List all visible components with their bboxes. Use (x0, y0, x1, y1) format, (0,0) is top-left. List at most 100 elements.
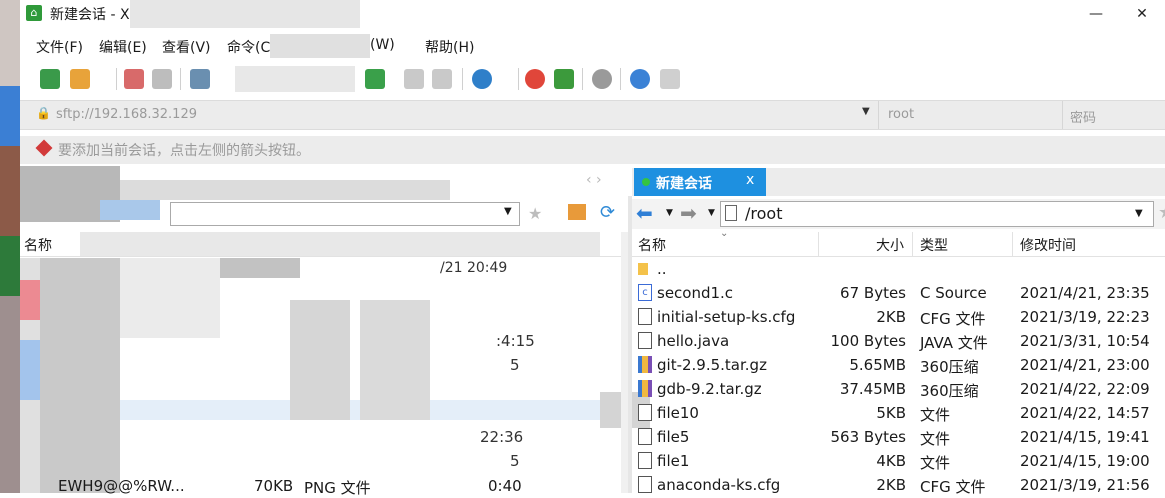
file-name: hello.java (657, 332, 730, 350)
file-type: 360压缩 (920, 382, 979, 400)
c-source-icon: c (638, 284, 652, 301)
chat-icon[interactable] (660, 69, 680, 89)
file-modified: 2021/4/22, 22:09 (1020, 380, 1150, 398)
username-input[interactable]: root (888, 107, 914, 122)
back-arrow-icon[interactable]: ⬅ (636, 201, 653, 225)
blurred-region (130, 0, 360, 28)
xftp-icon[interactable] (554, 69, 574, 89)
tab-session[interactable]: 新建会话 x (634, 168, 766, 196)
window-title: 新建会话 - X (50, 7, 130, 23)
file-type: CFG 文件 (920, 310, 986, 328)
local-row-fragment: 5 (510, 356, 520, 374)
table-row[interactable]: git-2.9.5.tar.gz 5.65MB 360压缩 2021/4/21, 23… (632, 353, 1165, 377)
local-col-name[interactable]: 名称 (24, 235, 52, 255)
pane-nav-arrows[interactable]: ‹ › (586, 172, 602, 188)
remote-favorite-icon[interactable]: ★ (1158, 202, 1165, 223)
remote-list-header: 名称 ⌄ 大小 类型 修改时间 (632, 228, 1165, 257)
file-size: 2KB (876, 308, 906, 326)
local-file-row[interactable]: EWH9@@%RW... 70KB PNG 文件 0:40 (20, 474, 625, 498)
file-type: PNG 文件 (304, 479, 371, 497)
local-row-fragment: :4:15 (496, 332, 535, 350)
file-type: 文件 (920, 430, 951, 448)
menu-command[interactable]: 命令(C) (227, 37, 276, 57)
file-type: C Source (920, 284, 987, 302)
host-input[interactable]: sftp://192.168.32.129 (56, 107, 197, 122)
table-row[interactable]: file1 4KB 文件 2021/4/15, 19:00 (632, 449, 1165, 473)
archive-icon (638, 356, 652, 373)
menu-file[interactable]: 文件(F) (36, 37, 83, 57)
password-input[interactable]: 密码 (1070, 107, 1096, 126)
table-row[interactable]: anaconda-ks.cfg 2KB CFG 文件 2021/3/19, 21:56 (632, 473, 1165, 497)
favorite-icon[interactable]: ★ (528, 204, 542, 223)
remote-path-input[interactable]: /root ▼ (720, 201, 1154, 227)
file-name: initial-setup-ks.cfg (657, 308, 796, 326)
col-modified[interactable]: 修改时间 (1020, 235, 1076, 255)
bookmark-arrow-icon[interactable] (35, 139, 53, 157)
address-bar: 🔒 sftp://192.168.32.129 ▼ root 密码 (20, 100, 1165, 130)
table-row[interactable]: gdb-9.2.tar.gz 37.45MB 360压缩 2021/4/22, 22:… (632, 377, 1165, 401)
local-path-input[interactable] (170, 202, 520, 226)
table-row[interactable]: c second1.c 67 Bytes C Source 2021/4/21, 23:… (632, 281, 1165, 305)
globe-icon[interactable] (472, 69, 492, 89)
parent-folder-icon (638, 263, 648, 275)
tab-close-icon[interactable]: x (746, 172, 754, 188)
file-modified: 2021/3/19, 21:56 (1020, 476, 1150, 494)
xftp-window: ⌂ 新建会话 - X — ✕ 文件(F) 编辑(E) 查看(V) 命令(C) (… (20, 0, 1165, 497)
file-size: 5.65MB (849, 356, 906, 374)
menu-edit[interactable]: 编辑(E) (99, 37, 147, 57)
properties-icon[interactable] (190, 69, 210, 89)
local-path-dropdown-icon[interactable]: ▼ (504, 206, 512, 217)
tab-label: 新建会话 (656, 176, 712, 192)
new-session-icon[interactable] (40, 69, 60, 89)
transfer-icon[interactable] (365, 69, 385, 89)
file-size: 563 Bytes (830, 428, 907, 446)
refresh-icon[interactable]: ⟳ (600, 202, 615, 223)
table-row[interactable]: .. (632, 257, 1165, 281)
paste-icon[interactable] (432, 69, 452, 89)
table-row[interactable]: file10 5KB 文件 2021/4/22, 14:57 (632, 401, 1165, 425)
minimize-button[interactable]: — (1073, 0, 1119, 28)
file-name: EWH9@@%RW... (58, 477, 185, 495)
help-icon[interactable] (630, 69, 650, 89)
col-name[interactable]: 名称 (638, 235, 666, 255)
menu-help[interactable]: 帮助(H) (425, 37, 474, 57)
desktop-strip (0, 0, 20, 493)
app-icon: ⌂ (26, 5, 42, 21)
link-icon[interactable] (152, 69, 172, 89)
file-name: gdb-9.2.tar.gz (657, 380, 762, 398)
forward-arrow-icon[interactable]: ➡ (680, 201, 697, 225)
file-size: 100 Bytes (830, 332, 907, 350)
file-type: CFG 文件 (920, 478, 986, 496)
home-icon[interactable] (568, 204, 586, 220)
table-row[interactable]: file5 563 Bytes 文件 2021/4/15, 19:41 (632, 425, 1165, 449)
file-icon (638, 332, 652, 349)
file-modified: 2021/4/22, 14:57 (1020, 404, 1150, 422)
copy-icon[interactable] (404, 69, 424, 89)
menu-window[interactable]: (W) (370, 37, 395, 53)
table-row[interactable]: initial-setup-ks.cfg 2KB CFG 文件 2021/3/19, … (632, 305, 1165, 329)
open-folder-icon[interactable] (70, 69, 90, 89)
file-icon (638, 308, 652, 325)
hint-text: 要添加当前会话，点击左侧的箭头按钮。 (58, 143, 310, 159)
file-icon (638, 404, 652, 421)
file-size: 4KB (876, 452, 906, 470)
gear-icon[interactable] (592, 69, 612, 89)
table-row[interactable]: hello.java 100 Bytes JAVA 文件 2021/3/31, 10:… (632, 329, 1165, 353)
file-name: file5 (657, 428, 690, 446)
xshell-icon[interactable] (525, 69, 545, 89)
local-row-fragment: 22:36 (480, 428, 524, 446)
col-type[interactable]: 类型 (920, 235, 948, 255)
blurred-region (235, 66, 355, 92)
close-button[interactable]: ✕ (1119, 0, 1165, 28)
file-size: 5KB (876, 404, 906, 422)
disconnect-icon[interactable] (124, 69, 144, 89)
back-dropdown-icon[interactable]: ▼ (666, 208, 673, 218)
menu-view[interactable]: 查看(V) (162, 37, 211, 57)
forward-dropdown-icon[interactable]: ▼ (708, 208, 715, 218)
path-dropdown-icon[interactable]: ▼ (1135, 208, 1143, 219)
col-size[interactable]: 大小 (876, 235, 904, 255)
blurred-region (270, 34, 370, 58)
host-dropdown-icon[interactable]: ▼ (862, 106, 870, 117)
file-icon (638, 476, 652, 493)
lock-icon: 🔒 (36, 106, 51, 120)
